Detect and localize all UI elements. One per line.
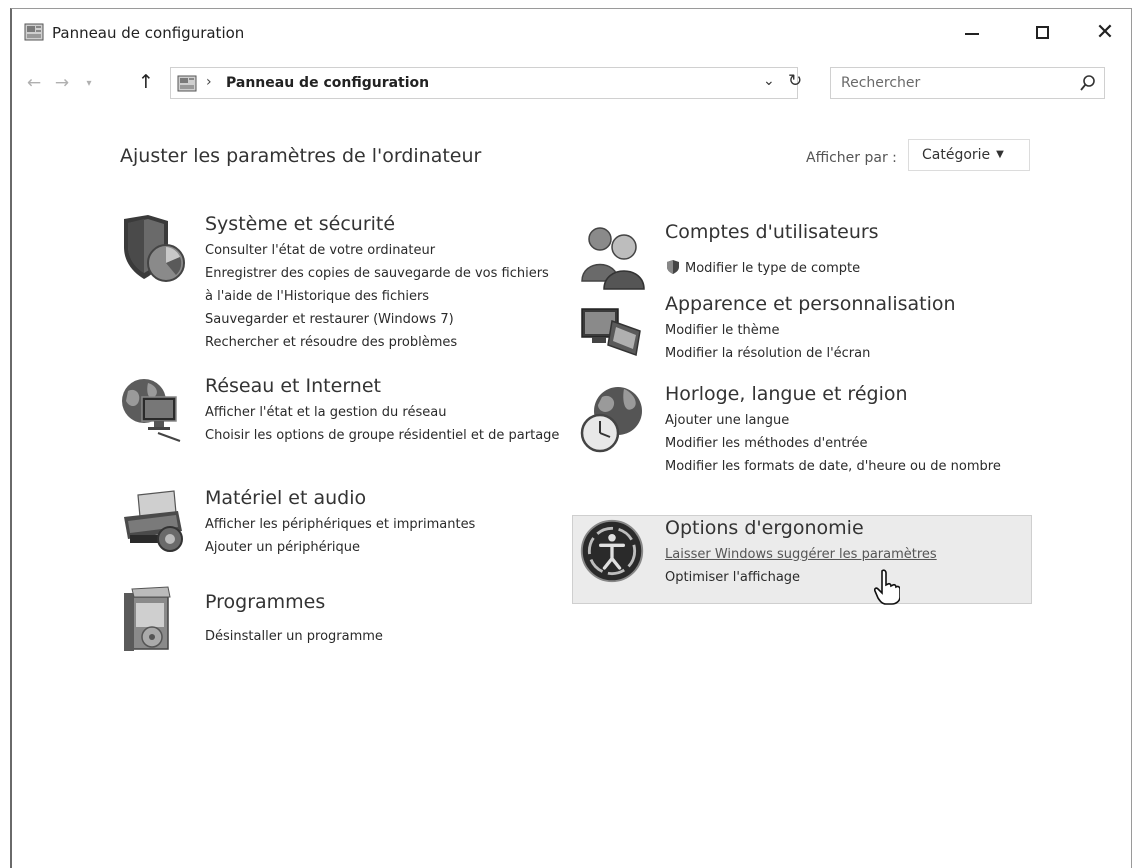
minimize-icon xyxy=(965,33,979,35)
programs-icon[interactable] xyxy=(118,585,190,657)
close-button[interactable]: ✕ xyxy=(1080,15,1130,49)
refresh-icon[interactable]: ↻ xyxy=(788,71,802,91)
control-panel-icon xyxy=(24,23,44,41)
control-panel-icon xyxy=(177,75,197,92)
category-title[interactable]: Programmes xyxy=(205,591,325,613)
link-label: Modifier le type de compte xyxy=(685,261,861,276)
address-bar[interactable]: › Panneau de configuration ⌄ xyxy=(170,67,798,99)
clock-language-region-icon[interactable] xyxy=(578,383,650,455)
link-optimize-display[interactable]: Optimiser l'affichage xyxy=(665,566,1025,589)
link-backup-restore[interactable]: Sauvegarder et restaurer (Windows 7) xyxy=(205,308,565,331)
window-title: Panneau de configuration xyxy=(52,24,245,42)
close-icon: ✕ xyxy=(1095,19,1115,45)
category-title[interactable]: Réseau et Internet xyxy=(205,375,381,397)
network-internet-icon[interactable] xyxy=(118,375,190,447)
link-troubleshoot[interactable]: Rechercher et résoudre des problèmes xyxy=(205,331,565,354)
control-panel-window: Panneau de configuration ✕ ← → ▾ ↑ › Pan… xyxy=(10,8,1132,868)
breadcrumb-separator: › xyxy=(206,74,212,90)
link-file-history-backup[interactable]: Enregistrer des copies de sauvegarde de … xyxy=(205,262,550,308)
category-title[interactable]: Apparence et personnalisation xyxy=(665,293,956,315)
link-change-account-type[interactable]: Modifier le type de compte xyxy=(665,257,1025,280)
minimize-button[interactable] xyxy=(947,15,997,49)
maximize-button[interactable] xyxy=(1017,15,1067,49)
link-check-computer-status[interactable]: Consulter l'état de votre ordinateur xyxy=(205,239,565,262)
category-title[interactable]: Comptes d'utilisateurs xyxy=(665,221,879,243)
navigation-bar: ← → ▾ ↑ › Panneau de configuration ⌄ ↻ xyxy=(12,67,1131,101)
link-add-language[interactable]: Ajouter une langue xyxy=(665,409,1015,432)
title-bar: Panneau de configuration ✕ xyxy=(12,9,1131,57)
category-title[interactable]: Options d'ergonomie xyxy=(665,517,864,539)
search-box[interactable] xyxy=(830,67,1105,99)
category-title[interactable]: Horloge, langue et région xyxy=(665,383,908,405)
category-title[interactable]: Matériel et audio xyxy=(205,487,366,509)
link-devices-printers[interactable]: Afficher les périphériques et imprimante… xyxy=(205,513,565,536)
search-input[interactable] xyxy=(841,72,1061,94)
appearance-icon[interactable] xyxy=(578,293,650,365)
link-screen-resolution[interactable]: Modifier la résolution de l'écran xyxy=(665,342,1025,365)
page-title: Ajuster les paramètres de l'ordinateur xyxy=(120,145,482,167)
hand-pointer-icon xyxy=(874,569,900,605)
link-date-time-formats[interactable]: Modifier les formats de date, d'heure ou… xyxy=(665,455,1015,478)
dropdown-arrow-icon: ▼ xyxy=(996,149,1004,160)
maximize-icon xyxy=(1035,25,1049,39)
link-windows-suggest-settings[interactable]: Laisser Windows suggérer les paramètres xyxy=(665,543,1025,566)
link-network-status[interactable]: Afficher l'état et la gestion du réseau xyxy=(205,401,565,424)
view-by-label: Afficher par : xyxy=(806,150,897,166)
link-homegroup-sharing[interactable]: Choisir les options de groupe résidentie… xyxy=(205,424,560,447)
forward-arrow-icon[interactable]: → xyxy=(52,73,72,93)
link-input-methods[interactable]: Modifier les méthodes d'entrée xyxy=(665,432,1015,455)
back-arrow-icon[interactable]: ← xyxy=(24,73,44,93)
uac-shield-icon xyxy=(667,260,679,274)
view-by-value: Catégorie xyxy=(922,147,991,163)
search-icon[interactable] xyxy=(1079,73,1097,93)
ease-of-access-icon[interactable] xyxy=(578,517,646,585)
link-change-theme[interactable]: Modifier le thème xyxy=(665,319,1025,342)
up-arrow-icon[interactable]: ↑ xyxy=(136,71,156,93)
view-by-dropdown[interactable]: Catégorie ▼ xyxy=(908,139,1030,171)
link-add-device[interactable]: Ajouter un périphérique xyxy=(205,536,565,559)
hardware-sound-icon[interactable] xyxy=(118,487,190,559)
link-uninstall-program[interactable]: Désinstaller un programme xyxy=(205,625,565,648)
user-accounts-icon[interactable] xyxy=(578,221,650,293)
recent-locations-chevron-icon[interactable]: ▾ xyxy=(79,78,99,89)
breadcrumb[interactable]: Panneau de configuration xyxy=(226,75,429,91)
system-security-icon[interactable] xyxy=(118,213,190,285)
category-title[interactable]: Système et sécurité xyxy=(205,213,395,235)
address-dropdown-chevron-icon[interactable]: ⌄ xyxy=(763,73,775,89)
